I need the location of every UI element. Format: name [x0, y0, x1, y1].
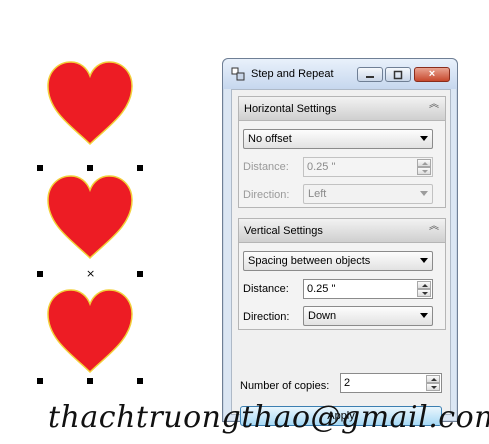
heart-shape-2[interactable]: [44, 174, 136, 260]
horizontal-distance-field[interactable]: 0.25 ": [303, 157, 433, 177]
vertical-mode-value: Spacing between objects: [248, 255, 371, 267]
close-button[interactable]: ×: [414, 67, 450, 82]
spin-down-icon[interactable]: [417, 289, 431, 297]
horizontal-settings-title: Horizontal Settings: [244, 103, 337, 115]
number-of-copies-field[interactable]: 2: [340, 373, 442, 393]
chevron-down-icon: [420, 258, 428, 263]
horizontal-direction-dropdown[interactable]: Left: [303, 184, 433, 204]
heart-shape-3[interactable]: [44, 288, 136, 374]
double-chevron-up-icon[interactable]: ︽: [429, 222, 439, 232]
vertical-mode-dropdown[interactable]: Spacing between objects: [243, 251, 433, 271]
vertical-settings-header[interactable]: Vertical Settings ︽: [239, 219, 445, 243]
selection-handle-middle-left[interactable]: [37, 271, 43, 277]
maximize-icon: [393, 70, 403, 80]
vertical-distance-value: 0.25 ": [307, 283, 336, 295]
horizontal-settings-group: Horizontal Settings ︽ No offset Distance…: [238, 96, 446, 208]
minimize-icon: [366, 76, 374, 78]
chevron-down-icon: [420, 136, 428, 141]
window-title: Step and Repeat: [251, 68, 334, 80]
chevron-down-icon: [420, 313, 428, 318]
vertical-direction-label: Direction:: [243, 311, 290, 323]
step-and-repeat-window: Step and Repeat × Horizontal Settings ︽ …: [222, 58, 458, 426]
selection-handle-bottom-right[interactable]: [137, 378, 143, 384]
horizontal-mode-dropdown[interactable]: No offset: [243, 129, 433, 149]
selection-handle-bottom-middle[interactable]: [87, 378, 93, 384]
docker-content: Horizontal Settings ︽ No offset Distance…: [231, 89, 451, 426]
selection-center-marker[interactable]: ×: [86, 268, 95, 279]
number-of-copies-label: Number of copies:: [240, 380, 330, 392]
selection-handle-top-middle[interactable]: [87, 165, 93, 171]
horizontal-distance-label: Distance:: [243, 161, 289, 173]
horizontal-direction-value: Left: [308, 188, 327, 200]
spin-up-icon[interactable]: [426, 375, 440, 383]
vertical-direction-dropdown[interactable]: Down: [303, 306, 433, 326]
spin-up-icon[interactable]: [417, 281, 431, 289]
vertical-settings-group: Vertical Settings ︽ Spacing between obje…: [238, 218, 446, 330]
vertical-direction-value: Down: [308, 310, 337, 322]
heart-shape-1[interactable]: [44, 60, 136, 146]
number-of-copies-value: 2: [344, 377, 351, 389]
minimize-button[interactable]: [357, 67, 383, 82]
selection-handle-bottom-left[interactable]: [37, 378, 43, 384]
vertical-distance-label: Distance:: [243, 283, 289, 295]
horizontal-mode-value: No offset: [248, 133, 292, 145]
horizontal-settings-header[interactable]: Horizontal Settings ︽: [239, 97, 445, 121]
horizontal-direction-label: Direction:: [243, 189, 290, 201]
vertical-distance-field[interactable]: 0.25 ": [303, 279, 433, 299]
maximize-button[interactable]: [385, 67, 411, 82]
watermark-text: thachtruongthao@gmail.com: [48, 400, 489, 435]
spin-up-icon[interactable]: [417, 159, 431, 167]
chevron-down-icon: [420, 191, 428, 196]
selection-handle-top-right[interactable]: [137, 165, 143, 171]
vertical-settings-title: Vertical Settings: [244, 225, 323, 237]
title-bar[interactable]: Step and Repeat ×: [223, 59, 457, 89]
close-icon: ×: [428, 68, 436, 80]
step-repeat-icon: [231, 67, 245, 81]
selection-handle-top-left[interactable]: [37, 165, 43, 171]
horizontal-distance-value: 0.25 ": [307, 161, 336, 173]
double-chevron-up-icon[interactable]: ︽: [429, 100, 439, 110]
spin-down-icon[interactable]: [426, 383, 440, 391]
selection-handle-middle-right[interactable]: [137, 271, 143, 277]
spin-down-icon[interactable]: [417, 167, 431, 175]
